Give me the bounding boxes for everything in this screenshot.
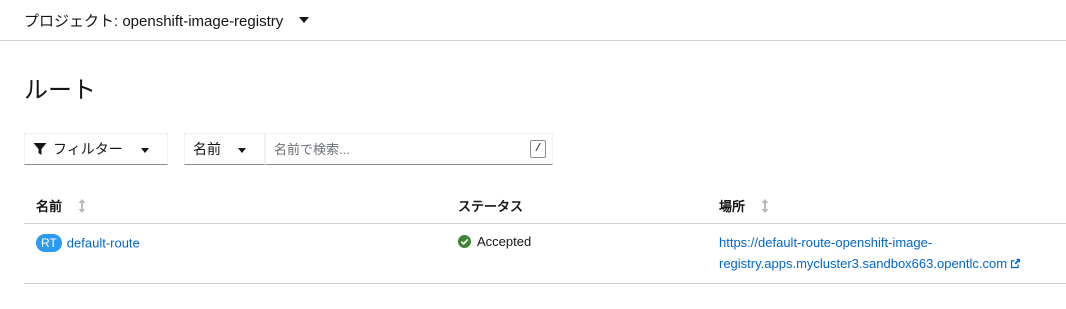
project-bar: プロジェクト: openshift-image-registry	[0, 0, 1066, 41]
route-name-link[interactable]: default-route	[67, 236, 140, 251]
page-title: ルート	[24, 77, 96, 104]
chevron-down-icon	[141, 148, 149, 153]
resource-badge: RT	[36, 234, 62, 252]
column-header-label: 名前	[36, 199, 63, 214]
sort-icon	[78, 198, 86, 213]
filter-icon	[33, 143, 47, 155]
column-header-name[interactable]: 名前	[36, 196, 86, 215]
route-status-cell: Accepted	[458, 234, 531, 249]
filter-dropdown[interactable]: フィルター	[24, 133, 168, 165]
filter-dropdown-label: フィルター	[53, 141, 123, 157]
search-input[interactable]	[266, 134, 524, 164]
route-status-text: Accepted	[477, 234, 532, 249]
column-header-label: 場所	[719, 199, 746, 214]
route-location-link[interactable]: https://default-route-openshift-image-re…	[719, 235, 1021, 271]
route-name-cell: RT default-route	[36, 234, 140, 252]
route-location-cell: https://default-route-openshift-image-re…	[719, 232, 1049, 274]
route-location-line-1: https://default-route-openshift-image-	[719, 235, 933, 250]
column-header-label: ステータス	[458, 199, 524, 214]
route-location-line-2: registry.apps.mycluster3.sandbox663.open…	[719, 256, 1008, 271]
project-selector[interactable]: プロジェクト: openshift-image-registry	[24, 9, 310, 31]
caret-down-icon	[299, 17, 310, 23]
table-header: 名前 ステータス 場所	[24, 183, 1066, 224]
search-box: /	[265, 133, 553, 165]
check-circle-icon	[458, 235, 471, 248]
filter-attribute-label: 名前	[193, 141, 221, 157]
routes-table: 名前 ステータス 場所 RT default-route Accepted ht…	[24, 183, 1066, 284]
filter-attribute-dropdown[interactable]: 名前	[184, 133, 265, 165]
chevron-down-icon	[238, 148, 246, 153]
sort-icon	[761, 198, 769, 213]
column-header-status: ステータス	[458, 196, 523, 215]
table-row: RT default-route Accepted https://default…	[24, 224, 1066, 284]
external-link-icon	[1010, 258, 1021, 269]
project-selector-label: プロジェクト: openshift-image-registry	[24, 12, 284, 30]
column-header-location[interactable]: 場所	[719, 196, 769, 215]
keyboard-shortcut-hint: /	[530, 140, 546, 158]
